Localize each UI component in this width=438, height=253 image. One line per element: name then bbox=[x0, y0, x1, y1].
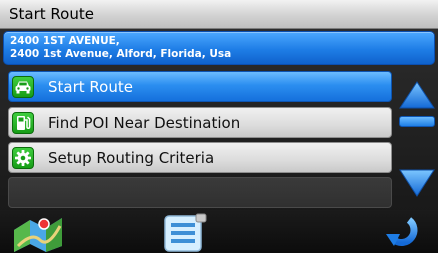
menu-item-find-poi[interactable]: Find POI Near Destination bbox=[8, 107, 392, 138]
map-icon[interactable] bbox=[10, 212, 66, 252]
page-title: Start Route bbox=[9, 5, 94, 23]
destination-address: 2400 1ST AVENUE, 2400 1st Avenue, Alford… bbox=[3, 31, 435, 65]
address-line-2: 2400 1st Avenue, Alford, Florida, Usa bbox=[10, 48, 232, 60]
menu-item-label: Find POI Near Destination bbox=[48, 113, 241, 132]
menu-item-start-route[interactable]: Start Route bbox=[8, 71, 392, 102]
menu-item-label: Setup Routing Criteria bbox=[48, 148, 215, 167]
scroll-down-arrow-icon[interactable] bbox=[398, 168, 436, 198]
back-arrow-icon[interactable] bbox=[382, 212, 420, 252]
address-line-1: 2400 1ST AVENUE, bbox=[10, 35, 120, 47]
menu-item-label: Start Route bbox=[48, 77, 133, 96]
menu-item-routing-criteria[interactable]: Setup Routing Criteria bbox=[8, 142, 392, 173]
menu-item-empty bbox=[8, 177, 392, 208]
title-bar: Start Route bbox=[0, 0, 438, 29]
list-menu-icon[interactable] bbox=[161, 212, 209, 252]
car-icon bbox=[12, 75, 34, 98]
route-menu-screen: Start Route 2400 1ST AVENUE, 2400 1st Av… bbox=[0, 0, 438, 253]
fuel-pump-icon bbox=[12, 111, 34, 134]
scroll-up-arrow-icon[interactable] bbox=[398, 80, 436, 110]
gear-icon bbox=[12, 146, 34, 169]
scroll-thumb[interactable] bbox=[399, 116, 435, 127]
bottom-toolbar bbox=[0, 210, 438, 253]
